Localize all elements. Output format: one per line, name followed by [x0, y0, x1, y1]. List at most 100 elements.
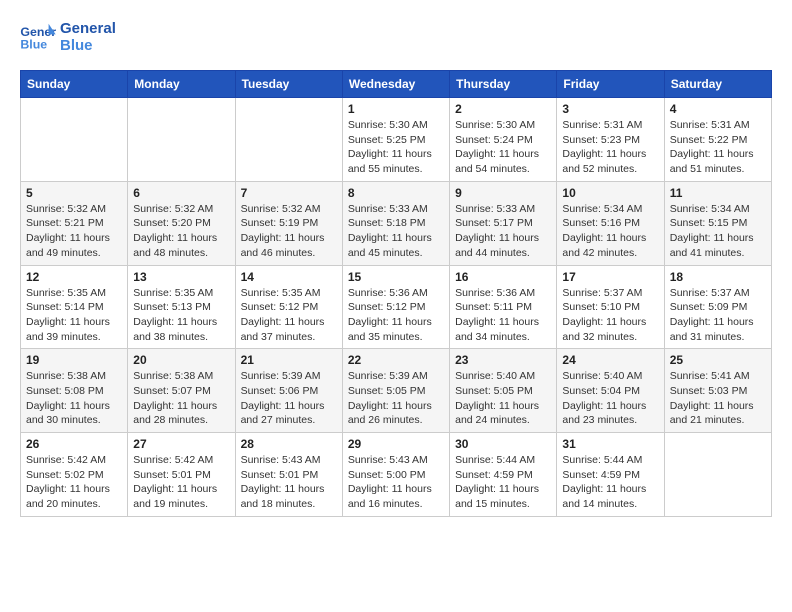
- day-number: 24: [562, 353, 658, 367]
- day-cell: 1 Sunrise: 5:30 AMSunset: 5:25 PMDaylight…: [342, 98, 449, 182]
- logo-text: General: [60, 20, 116, 37]
- week-row-3: 12 Sunrise: 5:35 AMSunset: 5:14 PMDayligh…: [21, 265, 772, 349]
- day-number: 30: [455, 437, 551, 451]
- day-number: 11: [670, 186, 766, 200]
- day-info: Sunrise: 5:41 AMSunset: 5:03 PMDaylight:…: [670, 369, 766, 428]
- day-cell: 30 Sunrise: 5:44 AMSunset: 4:59 PMDayligh…: [450, 433, 557, 517]
- day-number: 26: [26, 437, 122, 451]
- day-info: Sunrise: 5:44 AMSunset: 4:59 PMDaylight:…: [455, 453, 551, 512]
- day-number: 20: [133, 353, 229, 367]
- day-cell: 4 Sunrise: 5:31 AMSunset: 5:22 PMDaylight…: [664, 98, 771, 182]
- day-number: 27: [133, 437, 229, 451]
- day-number: 1: [348, 102, 444, 116]
- day-cell: 21Sunrise: 5:39 AMSunset: 5:06 PMDayligh…: [235, 349, 342, 433]
- day-info: Sunrise: 5:33 AMSunset: 5:17 PMDaylight:…: [455, 202, 551, 261]
- calendar-table: SundayMondayTuesdayWednesdayThursdayFrid…: [20, 70, 772, 517]
- day-info: Sunrise: 5:37 AMSunset: 5:10 PMDaylight:…: [562, 286, 658, 345]
- week-row-1: 1 Sunrise: 5:30 AMSunset: 5:25 PMDaylight…: [21, 98, 772, 182]
- day-cell: 18 Sunrise: 5:37 AMSunset: 5:09 PMDayligh…: [664, 265, 771, 349]
- day-number: 28: [241, 437, 337, 451]
- day-cell: [664, 433, 771, 517]
- day-cell: [235, 98, 342, 182]
- day-info: Sunrise: 5:35 AMSunset: 5:13 PMDaylight:…: [133, 286, 229, 345]
- day-number: 4: [670, 102, 766, 116]
- day-cell: 16Sunrise: 5:36 AMSunset: 5:11 PMDayligh…: [450, 265, 557, 349]
- day-number: 10: [562, 186, 658, 200]
- day-cell: [21, 98, 128, 182]
- day-info: Sunrise: 5:39 AMSunset: 5:06 PMDaylight:…: [241, 369, 337, 428]
- logo: General Blue General Blue: [20, 20, 116, 54]
- day-info: Sunrise: 5:37 AMSunset: 5:09 PMDaylight:…: [670, 286, 766, 345]
- day-info: Sunrise: 5:40 AMSunset: 5:04 PMDaylight:…: [562, 369, 658, 428]
- day-number: 31: [562, 437, 658, 451]
- day-cell: 11 Sunrise: 5:34 AMSunset: 5:15 PMDayligh…: [664, 181, 771, 265]
- day-number: 13: [133, 270, 229, 284]
- day-number: 3: [562, 102, 658, 116]
- day-info: Sunrise: 5:34 AMSunset: 5:16 PMDaylight:…: [562, 202, 658, 261]
- day-cell: 23Sunrise: 5:40 AMSunset: 5:05 PMDayligh…: [450, 349, 557, 433]
- day-cell: 9 Sunrise: 5:33 AMSunset: 5:17 PMDaylight…: [450, 181, 557, 265]
- day-cell: 8Sunrise: 5:33 AMSunset: 5:18 PMDaylight…: [342, 181, 449, 265]
- day-cell: 2 Sunrise: 5:30 AMSunset: 5:24 PMDaylight…: [450, 98, 557, 182]
- day-cell: 5 Sunrise: 5:32 AMSunset: 5:21 PMDaylight…: [21, 181, 128, 265]
- day-info: Sunrise: 5:32 AMSunset: 5:19 PMDaylight:…: [241, 202, 337, 261]
- day-cell: 29Sunrise: 5:43 AMSunset: 5:00 PMDayligh…: [342, 433, 449, 517]
- day-cell: [128, 98, 235, 182]
- day-cell: 17 Sunrise: 5:37 AMSunset: 5:10 PMDayligh…: [557, 265, 664, 349]
- weekday-header-thursday: Thursday: [450, 71, 557, 98]
- day-number: 29: [348, 437, 444, 451]
- day-cell: 26 Sunrise: 5:42 AMSunset: 5:02 PMDayligh…: [21, 433, 128, 517]
- day-cell: 19 Sunrise: 5:38 AMSunset: 5:08 PMDayligh…: [21, 349, 128, 433]
- day-number: 14: [241, 270, 337, 284]
- day-info: Sunrise: 5:35 AMSunset: 5:12 PMDaylight:…: [241, 286, 337, 345]
- day-number: 6: [133, 186, 229, 200]
- day-cell: 31 Sunrise: 5:44 AMSunset: 4:59 PMDayligh…: [557, 433, 664, 517]
- day-cell: 3Sunrise: 5:31 AMSunset: 5:23 PMDaylight…: [557, 98, 664, 182]
- day-info: Sunrise: 5:31 AMSunset: 5:22 PMDaylight:…: [670, 118, 766, 177]
- day-info: Sunrise: 5:34 AMSunset: 5:15 PMDaylight:…: [670, 202, 766, 261]
- day-number: 18: [670, 270, 766, 284]
- day-number: 22: [348, 353, 444, 367]
- day-info: Sunrise: 5:42 AMSunset: 5:02 PMDaylight:…: [26, 453, 122, 512]
- day-cell: 25 Sunrise: 5:41 AMSunset: 5:03 PMDayligh…: [664, 349, 771, 433]
- day-cell: 7Sunrise: 5:32 AMSunset: 5:19 PMDaylight…: [235, 181, 342, 265]
- weekday-header-monday: Monday: [128, 71, 235, 98]
- day-info: Sunrise: 5:30 AMSunset: 5:24 PMDaylight:…: [455, 118, 551, 177]
- weekday-header-row: SundayMondayTuesdayWednesdayThursdayFrid…: [21, 71, 772, 98]
- weekday-header-sunday: Sunday: [21, 71, 128, 98]
- day-number: 9: [455, 186, 551, 200]
- day-info: Sunrise: 5:44 AMSunset: 4:59 PMDaylight:…: [562, 453, 658, 512]
- logo-icon: General Blue: [20, 22, 56, 52]
- page-header: General Blue General Blue: [20, 20, 772, 54]
- day-info: Sunrise: 5:39 AMSunset: 5:05 PMDaylight:…: [348, 369, 444, 428]
- day-number: 17: [562, 270, 658, 284]
- day-info: Sunrise: 5:32 AMSunset: 5:21 PMDaylight:…: [26, 202, 122, 261]
- week-row-5: 26 Sunrise: 5:42 AMSunset: 5:02 PMDayligh…: [21, 433, 772, 517]
- day-cell: 12 Sunrise: 5:35 AMSunset: 5:14 PMDayligh…: [21, 265, 128, 349]
- day-number: 15: [348, 270, 444, 284]
- weekday-header-wednesday: Wednesday: [342, 71, 449, 98]
- day-info: Sunrise: 5:30 AMSunset: 5:25 PMDaylight:…: [348, 118, 444, 177]
- day-info: Sunrise: 5:42 AMSunset: 5:01 PMDaylight:…: [133, 453, 229, 512]
- day-cell: 22 Sunrise: 5:39 AMSunset: 5:05 PMDayligh…: [342, 349, 449, 433]
- day-cell: 15Sunrise: 5:36 AMSunset: 5:12 PMDayligh…: [342, 265, 449, 349]
- day-info: Sunrise: 5:33 AMSunset: 5:18 PMDaylight:…: [348, 202, 444, 261]
- day-number: 5: [26, 186, 122, 200]
- day-cell: 20Sunrise: 5:38 AMSunset: 5:07 PMDayligh…: [128, 349, 235, 433]
- day-info: Sunrise: 5:38 AMSunset: 5:08 PMDaylight:…: [26, 369, 122, 428]
- day-cell: 13 Sunrise: 5:35 AMSunset: 5:13 PMDayligh…: [128, 265, 235, 349]
- day-number: 12: [26, 270, 122, 284]
- week-row-2: 5 Sunrise: 5:32 AMSunset: 5:21 PMDaylight…: [21, 181, 772, 265]
- day-cell: 14 Sunrise: 5:35 AMSunset: 5:12 PMDayligh…: [235, 265, 342, 349]
- day-info: Sunrise: 5:32 AMSunset: 5:20 PMDaylight:…: [133, 202, 229, 261]
- day-cell: 6 Sunrise: 5:32 AMSunset: 5:20 PMDaylight…: [128, 181, 235, 265]
- day-number: 19: [26, 353, 122, 367]
- day-number: 25: [670, 353, 766, 367]
- weekday-header-tuesday: Tuesday: [235, 71, 342, 98]
- day-number: 23: [455, 353, 551, 367]
- day-cell: 28Sunrise: 5:43 AMSunset: 5:01 PMDayligh…: [235, 433, 342, 517]
- weekday-header-saturday: Saturday: [664, 71, 771, 98]
- logo-blue-text: Blue: [60, 37, 116, 54]
- day-info: Sunrise: 5:35 AMSunset: 5:14 PMDaylight:…: [26, 286, 122, 345]
- day-number: 2: [455, 102, 551, 116]
